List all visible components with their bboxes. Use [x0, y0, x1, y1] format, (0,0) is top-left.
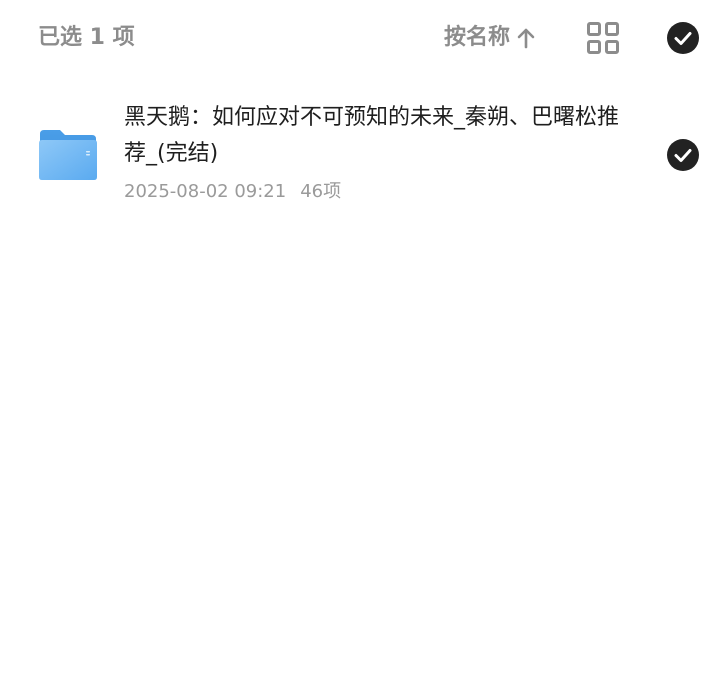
- file-selection-page: 已选 1 项 按名称 黑天鹅：如何应对不可预知的未来_秦朔、巴曙松推荐_(完结)…: [0, 0, 714, 691]
- select-all-checkbox[interactable]: [667, 22, 699, 54]
- folder-icon: [38, 128, 98, 182]
- file-name: 黑天鹅：如何应对不可预知的未来_秦朔、巴曙松推荐_(完结): [124, 105, 620, 166]
- check-circle-icon: [667, 22, 699, 54]
- file-meta: 2025-08-02 09:21 46项: [124, 180, 341, 204]
- selected-count-label: 已选 1 项: [38, 25, 135, 50]
- check-circle-icon: [667, 139, 699, 171]
- file-date: 2025-08-02 09:21: [124, 181, 287, 202]
- file-row-folder[interactable]: 黑天鹅：如何应对不可预知的未来_秦朔、巴曙松推荐_(完结) 2025-08-02…: [0, 90, 714, 220]
- arrow-up-icon: [516, 26, 536, 50]
- grid-view-icon: [587, 22, 619, 54]
- selection-toolbar: 已选 1 项 按名称: [0, 0, 714, 76]
- sort-by-name-button[interactable]: 按名称: [444, 22, 536, 54]
- file-item-count: 46项: [300, 181, 342, 202]
- file-row-checkbox[interactable]: [667, 139, 699, 171]
- grid-view-toggle-button[interactable]: [586, 21, 620, 55]
- file-list: 黑天鹅：如何应对不可预知的未来_秦朔、巴曙松推荐_(完结) 2025-08-02…: [0, 90, 714, 220]
- sort-label: 按名称: [444, 25, 511, 50]
